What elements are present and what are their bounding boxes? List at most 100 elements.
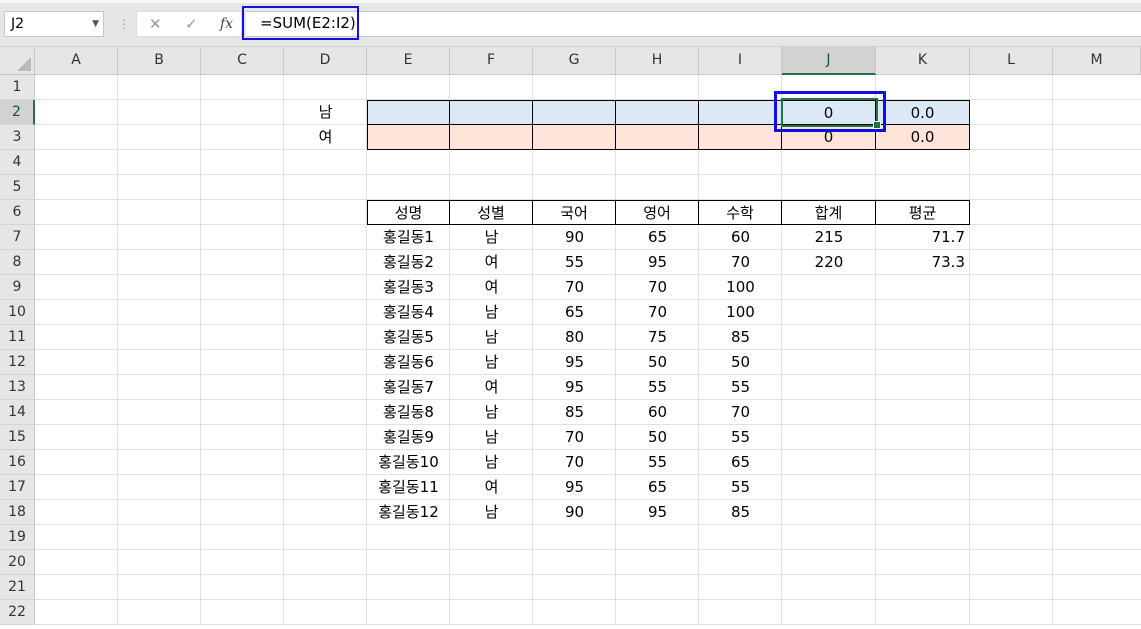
row-header-18[interactable]: 18: [0, 500, 35, 525]
cancel-icon[interactable]: ✕: [149, 12, 162, 36]
table-cell-korean[interactable]: 95: [533, 350, 616, 375]
table-cell-avg[interactable]: [876, 325, 970, 350]
table-cell-total[interactable]: 215: [782, 225, 876, 250]
table-cell-english[interactable]: 65: [616, 475, 699, 500]
table-cell-english[interactable]: 95: [616, 500, 699, 525]
table-header-cell[interactable]: 평균: [876, 200, 970, 225]
male-score-cell[interactable]: [450, 100, 533, 125]
male-average-cell[interactable]: 0.0: [876, 100, 970, 125]
table-cell-total[interactable]: [782, 425, 876, 450]
column-header-a[interactable]: A: [35, 47, 118, 75]
insert-function-icon[interactable]: fx: [220, 12, 233, 36]
name-box[interactable]: J2 ▼: [4, 11, 104, 37]
enter-icon[interactable]: ✓: [185, 12, 198, 36]
summary-label-female[interactable]: 여: [284, 125, 367, 150]
table-cell-avg[interactable]: [876, 425, 970, 450]
table-header-cell[interactable]: 합계: [782, 200, 876, 225]
table-cell-name[interactable]: 홍길동5: [367, 325, 450, 350]
table-cell-gender[interactable]: 남: [450, 350, 533, 375]
table-cell-name[interactable]: 홍길동7: [367, 375, 450, 400]
table-cell-english[interactable]: 50: [616, 425, 699, 450]
column-header-l[interactable]: L: [970, 47, 1053, 75]
table-cell-gender[interactable]: 남: [450, 325, 533, 350]
table-cell-gender[interactable]: 남: [450, 500, 533, 525]
table-cell-total[interactable]: [782, 350, 876, 375]
table-cell-avg[interactable]: 73.3: [876, 250, 970, 275]
table-cell-gender[interactable]: 남: [450, 300, 533, 325]
row-header-20[interactable]: 20: [0, 550, 35, 575]
column-header-e[interactable]: E: [367, 47, 450, 75]
table-header-cell[interactable]: 성별: [450, 200, 533, 225]
table-cell-math[interactable]: 100: [699, 300, 782, 325]
column-header-h[interactable]: H: [616, 47, 699, 75]
table-cell-english[interactable]: 95: [616, 250, 699, 275]
table-cell-gender[interactable]: 여: [450, 475, 533, 500]
table-cell-avg[interactable]: [876, 400, 970, 425]
table-cell-math[interactable]: 85: [699, 500, 782, 525]
row-header-16[interactable]: 16: [0, 450, 35, 475]
table-cell-gender[interactable]: 여: [450, 250, 533, 275]
table-cell-korean[interactable]: 95: [533, 475, 616, 500]
table-cell-avg[interactable]: [876, 300, 970, 325]
table-cell-math[interactable]: 55: [699, 475, 782, 500]
table-cell-korean[interactable]: 70: [533, 450, 616, 475]
table-cell-math[interactable]: 65: [699, 450, 782, 475]
table-cell-name[interactable]: 홍길동2: [367, 250, 450, 275]
table-cell-total[interactable]: 220: [782, 250, 876, 275]
row-header-21[interactable]: 21: [0, 575, 35, 600]
table-cell-avg[interactable]: [876, 275, 970, 300]
table-cell-math[interactable]: 70: [699, 400, 782, 425]
column-header-c[interactable]: C: [201, 47, 284, 75]
table-cell-math[interactable]: 70: [699, 250, 782, 275]
column-header-k[interactable]: K: [876, 47, 970, 75]
column-header-m[interactable]: M: [1053, 47, 1141, 75]
table-cell-korean[interactable]: 90: [533, 500, 616, 525]
table-cell-name[interactable]: 홍길동12: [367, 500, 450, 525]
row-header-11[interactable]: 11: [0, 325, 35, 350]
row-header-2[interactable]: 2: [0, 100, 35, 125]
table-cell-korean[interactable]: 85: [533, 400, 616, 425]
table-cell-math[interactable]: 85: [699, 325, 782, 350]
female-score-cell[interactable]: [533, 125, 616, 150]
male-score-cell[interactable]: [533, 100, 616, 125]
table-cell-total[interactable]: [782, 400, 876, 425]
table-cell-avg[interactable]: [876, 475, 970, 500]
table-header-cell[interactable]: 국어: [533, 200, 616, 225]
female-average-cell[interactable]: 0.0: [876, 125, 970, 150]
table-cell-name[interactable]: 홍길동6: [367, 350, 450, 375]
row-header-8[interactable]: 8: [0, 250, 35, 275]
row-header-15[interactable]: 15: [0, 425, 35, 450]
row-header-5[interactable]: 5: [0, 175, 35, 200]
table-cell-korean[interactable]: 80: [533, 325, 616, 350]
table-cell-gender[interactable]: 남: [450, 400, 533, 425]
male-score-cell[interactable]: [699, 100, 782, 125]
column-header-b[interactable]: B: [118, 47, 201, 75]
table-cell-gender[interactable]: 남: [450, 225, 533, 250]
male-score-cell[interactable]: [616, 100, 699, 125]
table-cell-name[interactable]: 홍길동8: [367, 400, 450, 425]
table-header-cell[interactable]: 영어: [616, 200, 699, 225]
table-cell-name[interactable]: 홍길동10: [367, 450, 450, 475]
table-cell-gender[interactable]: 여: [450, 375, 533, 400]
table-cell-english[interactable]: 50: [616, 350, 699, 375]
table-cell-english[interactable]: 55: [616, 450, 699, 475]
worksheet-grid[interactable]: A B C D E F G H I J K L M 1 2 3 4 5 6 7 8 9 10 11 12 13 14 15 16 17 18…: [0, 47, 1141, 629]
column-header-d[interactable]: D: [284, 47, 367, 75]
table-cell-english[interactable]: 75: [616, 325, 699, 350]
row-header-14[interactable]: 14: [0, 400, 35, 425]
table-cell-name[interactable]: 홍길동11: [367, 475, 450, 500]
table-cell-math[interactable]: 100: [699, 275, 782, 300]
table-cell-english[interactable]: 65: [616, 225, 699, 250]
table-cell-avg[interactable]: [876, 450, 970, 475]
table-cell-korean[interactable]: 55: [533, 250, 616, 275]
table-header-cell[interactable]: 성명: [367, 200, 450, 225]
table-cell-avg[interactable]: [876, 375, 970, 400]
table-cell-avg[interactable]: [876, 500, 970, 525]
table-cell-gender[interactable]: 남: [450, 425, 533, 450]
row-header-13[interactable]: 13: [0, 375, 35, 400]
select-all-button[interactable]: [0, 47, 35, 75]
table-cell-korean[interactable]: 70: [533, 275, 616, 300]
table-cell-name[interactable]: 홍길동1: [367, 225, 450, 250]
row-header-19[interactable]: 19: [0, 525, 35, 550]
row-header-12[interactable]: 12: [0, 350, 35, 375]
